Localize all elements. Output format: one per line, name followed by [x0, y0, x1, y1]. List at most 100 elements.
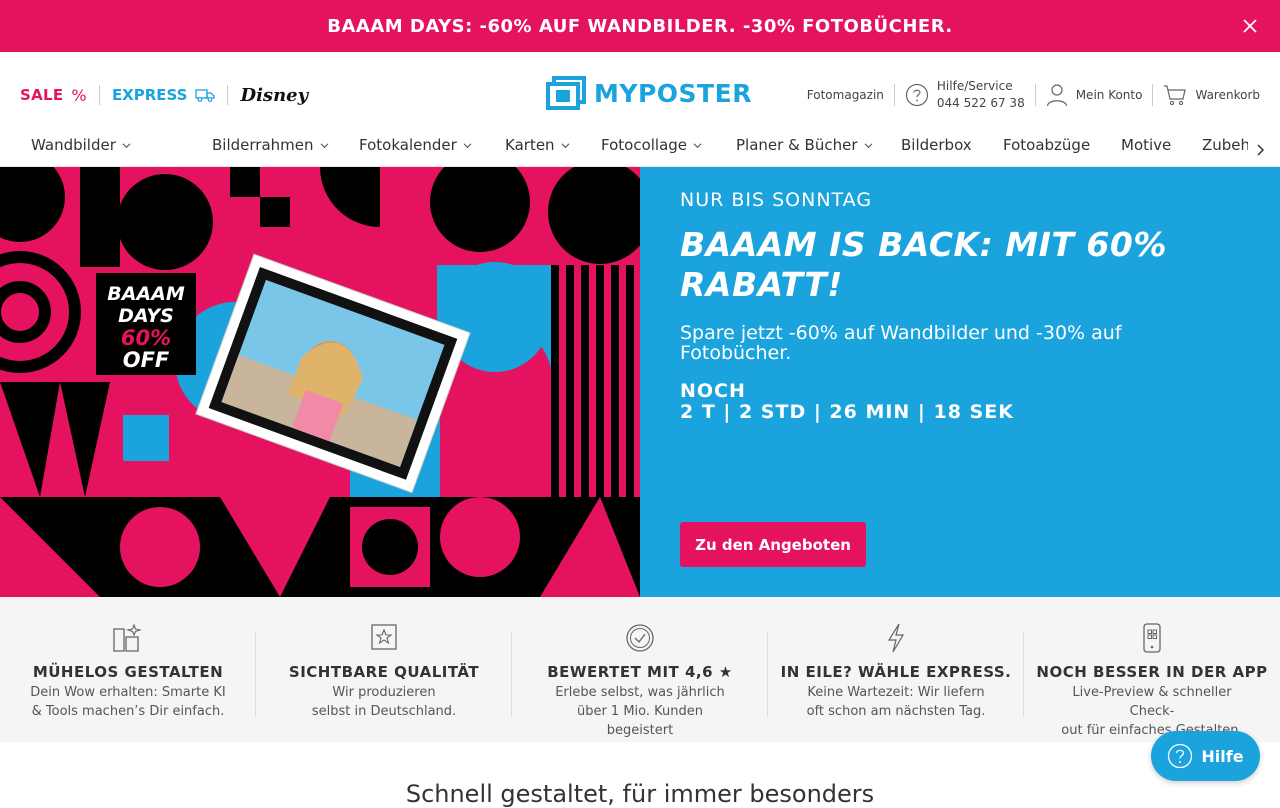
chevron-down-icon — [693, 142, 702, 148]
help-label: Hilfe/Service — [936, 79, 1013, 93]
close-icon[interactable] — [1240, 16, 1260, 36]
feature-item: SICHTBARE QUALITÄT Wir produzieren selbst… — [256, 597, 512, 742]
logo-text: MYPOSTER — [594, 78, 752, 108]
app-phone-icon — [1143, 623, 1161, 653]
cart-label: Warenkorb — [1195, 88, 1260, 102]
offers-button[interactable]: Zu den Angeboten — [680, 522, 866, 567]
feature-item: NOCH BESSER IN DER APP Live-Preview & sc… — [1024, 597, 1280, 742]
badge-line: OFF — [122, 348, 170, 372]
account-link[interactable]: Mein Konto — [1046, 83, 1143, 107]
divider — [98, 85, 100, 105]
feature-title: NOCH BESSER IN DER APP — [1036, 663, 1268, 681]
features-bar: MÜHELOS GESTALTEN Dein Wow erhalten: Sma… — [0, 597, 1280, 742]
feature-text: Wir produzieren selbst in Deutschland. — [286, 683, 482, 721]
myposter-logo[interactable]: MYPOSTER — [546, 76, 752, 110]
feature-item: IN EILE? WÄHLE EXPRESS. Keine Wartezeit:… — [768, 597, 1024, 742]
cart-icon — [1164, 85, 1187, 106]
feature-line: selbst in Deutschland. — [311, 704, 457, 719]
help-phone: 044 522 67 38 — [936, 96, 1025, 110]
truck-icon — [195, 89, 216, 102]
nav-label: Motive — [1121, 136, 1172, 154]
help-circle-icon — [905, 83, 929, 107]
nav-item-fotoabzuege[interactable]: Fotoabzüge — [1003, 136, 1090, 154]
nav-item-zubehoer[interactable]: Zubeh — [1202, 136, 1248, 154]
help-chat-button[interactable]: Hilfe — [1151, 731, 1260, 781]
hero-subtext: Spare jetzt -60% auf Wandbilder und -30%… — [680, 322, 1122, 364]
feature-title: MÜHELOS GESTALTEN — [32, 663, 224, 681]
chevron-down-icon — [122, 142, 131, 148]
header-left-links: SALE % EXPRESS Disney — [20, 82, 308, 108]
lightning-icon — [887, 623, 905, 653]
help-circle-icon — [1168, 743, 1193, 769]
feature-line: Wir produzieren — [332, 685, 436, 700]
chevron-down-icon — [320, 142, 328, 148]
nav-item-bilderbox[interactable]: Bilderbox — [901, 136, 972, 154]
countdown-label: NOCH — [680, 380, 746, 402]
user-icon — [1046, 84, 1067, 107]
feature-text: Dein Wow erhalten: Smarte KI & Tools mach… — [30, 683, 226, 721]
nav-item-karten[interactable]: Karten — [505, 136, 570, 154]
divider — [1034, 84, 1036, 106]
chevron-down-icon — [864, 142, 872, 148]
percent-icon: % — [71, 85, 87, 105]
checkmark-circle-icon — [626, 624, 654, 652]
site-header: SALE % EXPRESS Disney MYPOSTER Fotomagaz… — [0, 52, 1280, 132]
baaam-days-badge: BAAAM DAYS 60% OFF — [96, 273, 196, 375]
nav-item-fotocollage[interactable]: Fotocollage — [601, 136, 702, 154]
express-label: EXPRESS — [111, 86, 188, 104]
nav-item-bilderrahmen[interactable]: Bilderrahmen — [212, 136, 329, 154]
badge-line: DAYS — [118, 305, 174, 327]
chevron-right-icon[interactable] — [1254, 143, 1266, 157]
account-label: Mein Konto — [1075, 88, 1143, 102]
feature-line: & Tools machen’s Dir einfach. — [31, 704, 225, 719]
feature-item: BEWERTET MIT 4,6 ★ Erlebe selbst, was jä… — [512, 597, 768, 742]
nav-label: Fotoabzüge — [1003, 136, 1091, 154]
feature-line: Live-Preview & schneller Check- — [1072, 685, 1232, 719]
nav-label: Bilderrahmen — [212, 136, 314, 154]
divider — [893, 84, 895, 106]
chevron-down-icon — [463, 142, 472, 148]
help-service-link[interactable]: Hilfe/Service 044 522 67 38 — [905, 78, 1025, 112]
nav-label: Fotocollage — [601, 136, 688, 154]
promo-bar: BAAAM DAYS: -60% AUF WANDBILDER. -30% FO… — [0, 0, 1280, 52]
feature-line: Erlebe selbst, was jährlich — [555, 685, 725, 700]
hero-eyebrow: NUR BIS SONNTAG — [680, 189, 873, 211]
hero-artwork[interactable]: BAAAM DAYS 60% OFF — [0, 167, 640, 597]
disney-logo[interactable]: Disney — [240, 85, 308, 106]
logo-mark-icon — [546, 76, 586, 110]
countdown-timer: 2 T | 2 STD | 26 MIN | 18 SEK — [680, 401, 1014, 423]
design-tools-icon — [113, 623, 143, 652]
fotomagazin-link[interactable]: Fotomagazin — [807, 88, 884, 102]
nav-label: Zubeh — [1202, 136, 1248, 154]
feature-title: SICHTBARE QUALITÄT — [288, 663, 480, 681]
cart-link[interactable]: Warenkorb — [1163, 84, 1260, 106]
sale-link[interactable]: SALE % — [20, 86, 87, 105]
express-link[interactable]: EXPRESS — [112, 86, 216, 104]
feature-line: über 1 Mio. Kunden begeistert — [576, 704, 704, 738]
nav-item-motive[interactable]: Motive — [1121, 136, 1171, 154]
feature-line: Dein Wow erhalten: Smarte KI — [30, 685, 226, 700]
nav-item-planer-buecher[interactable]: Planer & Bücher — [736, 136, 873, 154]
badge-line: 60% — [120, 326, 172, 350]
chevron-down-icon — [561, 142, 570, 148]
badge-line: BAAAM — [107, 283, 185, 305]
feature-line: Keine Wartezeit: Wir liefern — [807, 685, 985, 700]
nav-label: Planer & Bücher — [736, 136, 858, 154]
hero-content: NUR BIS SONNTAG BAAAM IS BACK: MIT 60% R… — [640, 167, 1280, 597]
header-right-links: Fotomagazin Hilfe/Service 044 522 67 38 … — [807, 78, 1260, 112]
nav-label: Fotokalender — [359, 136, 457, 154]
nav-item-wandbilder[interactable]: Wandbilder — [31, 136, 131, 154]
promo-text[interactable]: BAAAM DAYS: -60% AUF WANDBILDER. -30% FO… — [327, 16, 953, 37]
feature-text: Keine Wartezeit: Wir liefern oft schon am… — [798, 683, 994, 721]
divider — [1152, 84, 1154, 106]
quality-star-icon — [371, 624, 397, 650]
hero-banner: BAAAM DAYS 60% OFF NUR BIS SONNTAG BAAAM… — [0, 167, 1280, 597]
feature-text: Erlebe selbst, was jährlich über 1 Mio. K… — [542, 683, 738, 740]
nav-label: Bilderbox — [901, 136, 972, 154]
feature-title: IN EILE? WÄHLE EXPRESS. — [780, 663, 1012, 681]
nav-label: Wandbilder — [31, 136, 116, 154]
main-nav: Wandbilder Bilderrahmen Fotokalender Kar… — [0, 132, 1280, 167]
nav-label: Karten — [505, 136, 555, 154]
help-button-label: Hilfe — [1201, 746, 1244, 766]
nav-item-fotokalender[interactable]: Fotokalender — [359, 136, 472, 154]
